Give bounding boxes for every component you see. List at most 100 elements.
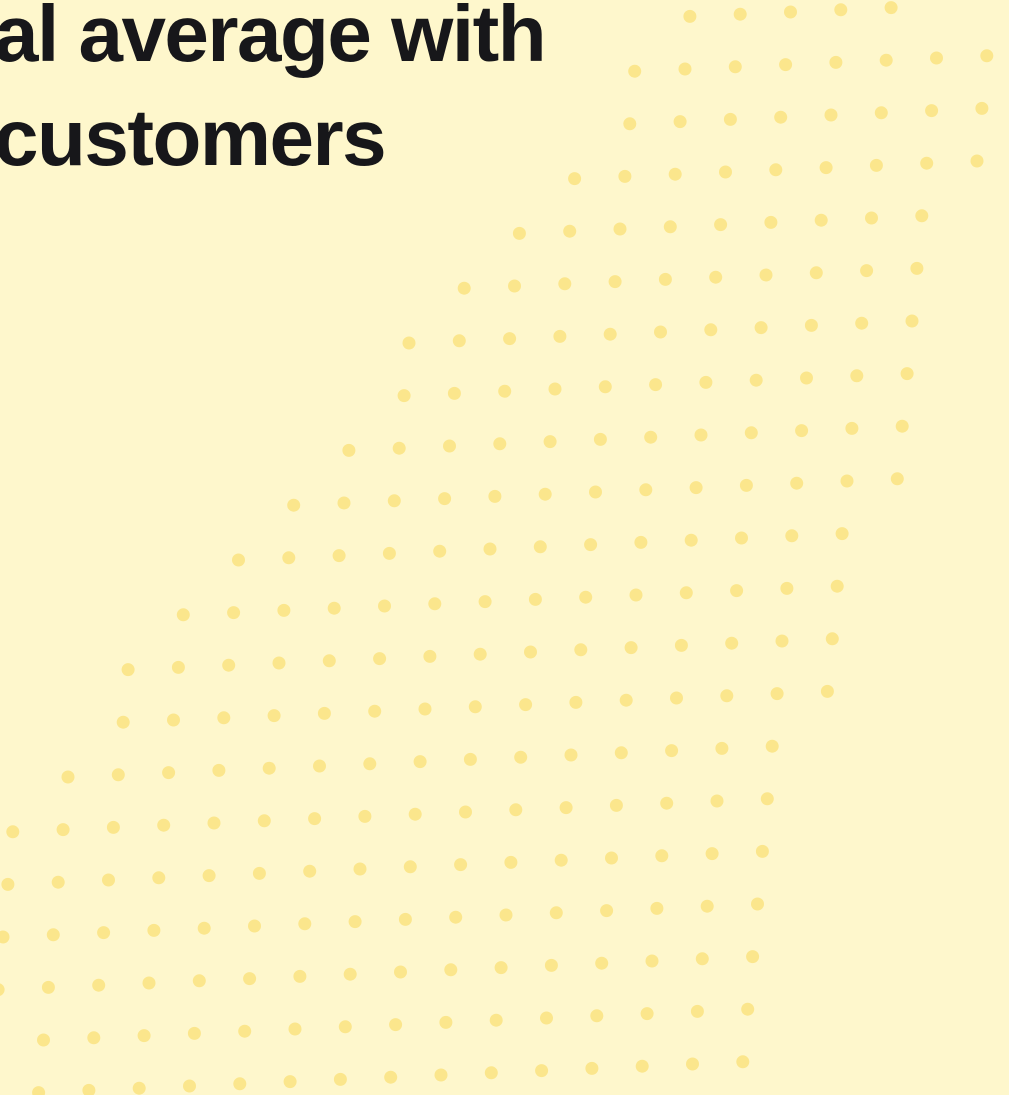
halftone-dot	[238, 1024, 252, 1038]
halftone-dot	[111, 768, 125, 782]
halftone-dot	[544, 958, 558, 972]
halftone-dot	[293, 969, 307, 983]
halftone-dot	[303, 864, 317, 878]
halftone-dot	[87, 1031, 101, 1045]
halftone-dot	[37, 1033, 50, 1047]
halftone-dot	[402, 336, 416, 350]
halftone-dot	[658, 272, 672, 286]
halftone-dot	[678, 62, 692, 76]
halftone-dot	[660, 796, 674, 810]
halftone-dot	[468, 700, 482, 714]
halftone-dot	[725, 636, 739, 650]
halftone-dot	[423, 649, 437, 663]
halftone-dot	[176, 608, 190, 622]
halftone-dot	[719, 165, 732, 179]
halftone-dot	[749, 373, 763, 387]
halftone-dot	[488, 489, 502, 503]
halftone-dot	[714, 218, 728, 232]
halftone-dot	[759, 268, 773, 282]
halftone-dot	[197, 921, 211, 935]
halftone-dot	[540, 1011, 553, 1025]
halftone-dot	[699, 375, 713, 389]
halftone-dot	[447, 386, 461, 400]
halftone-dot	[730, 584, 744, 598]
halftone-dot	[741, 1002, 755, 1016]
halftone-dot	[679, 586, 693, 600]
halftone-dot	[443, 439, 456, 453]
halftone-dot	[673, 115, 687, 129]
halftone-dot	[394, 965, 407, 979]
halftone-dot	[202, 869, 216, 883]
halftone-dot	[333, 1072, 347, 1086]
halftone-dot	[774, 110, 788, 124]
halftone-dot	[668, 167, 682, 181]
halftone-dot	[634, 535, 648, 549]
halftone-dot	[650, 901, 664, 915]
halftone-dot	[373, 652, 387, 666]
halftone-dot	[690, 1004, 704, 1018]
halftone-dot	[489, 1013, 503, 1027]
halftone-dot	[840, 474, 854, 488]
halftone-dot	[137, 1029, 151, 1043]
halftone-dot	[930, 51, 943, 65]
halftone-dot	[608, 275, 622, 289]
halftone-dot	[519, 698, 533, 712]
halftone-dot	[569, 695, 583, 709]
halftone-dot	[248, 919, 261, 933]
halftone-dot	[704, 323, 718, 337]
halftone-dot	[384, 1070, 398, 1084]
halftone-dot	[327, 601, 341, 615]
halftone-dot	[512, 226, 526, 240]
halftone-dot	[287, 498, 301, 512]
halftone-dot	[635, 1059, 649, 1073]
halftone-dot	[975, 101, 989, 115]
halftone-dot	[925, 104, 939, 118]
halftone-dot	[484, 1066, 498, 1080]
halftone-dot	[684, 533, 698, 547]
halftone-dot	[860, 264, 874, 278]
halftone-dot	[162, 766, 176, 780]
halftone-dot	[890, 472, 904, 486]
halftone-dot	[663, 220, 677, 234]
halftone-dot	[353, 862, 367, 876]
halftone-dot	[879, 53, 893, 67]
halftone-dot	[524, 645, 537, 659]
halftone-dot	[855, 316, 869, 330]
halftone-dot	[428, 597, 442, 611]
halftone-dot	[398, 912, 412, 926]
halftone-dot	[609, 798, 623, 812]
halftone-dot	[865, 211, 878, 225]
halftone-dot	[554, 853, 568, 867]
halftone-dot	[755, 844, 769, 858]
halftone-dot	[598, 380, 612, 394]
halftone-dot	[92, 978, 106, 992]
halftone-dot	[970, 154, 984, 168]
halftone-dot	[618, 169, 632, 183]
halftone-dot	[232, 553, 245, 567]
halftone-dot	[463, 752, 477, 766]
halftone-dot	[784, 5, 797, 19]
halftone-dot	[710, 794, 724, 808]
halftone-dot	[397, 389, 411, 403]
halftone-dot	[543, 435, 557, 449]
halftone-dot	[498, 384, 512, 398]
halftone-dot	[624, 641, 638, 655]
hero-section: al average with customers	[0, 0, 1009, 1095]
halftone-dot	[503, 332, 517, 346]
halftone-dot	[121, 663, 135, 677]
halftone-dot	[338, 1020, 352, 1034]
halftone-dot	[739, 478, 753, 492]
halftone-dot	[649, 378, 663, 392]
halftone-dot	[568, 172, 582, 186]
halftone-dot	[775, 634, 789, 648]
halftone-dot	[809, 266, 823, 280]
halftone-dot	[715, 741, 729, 755]
halftone-dot	[579, 590, 593, 604]
halftone-dot	[548, 382, 562, 396]
halftone-dot	[574, 643, 588, 657]
halftone-dot	[478, 595, 492, 609]
halftone-dot	[277, 603, 291, 617]
halftone-dot	[746, 950, 760, 964]
halftone-dot	[549, 906, 563, 920]
halftone-dot	[508, 279, 521, 293]
